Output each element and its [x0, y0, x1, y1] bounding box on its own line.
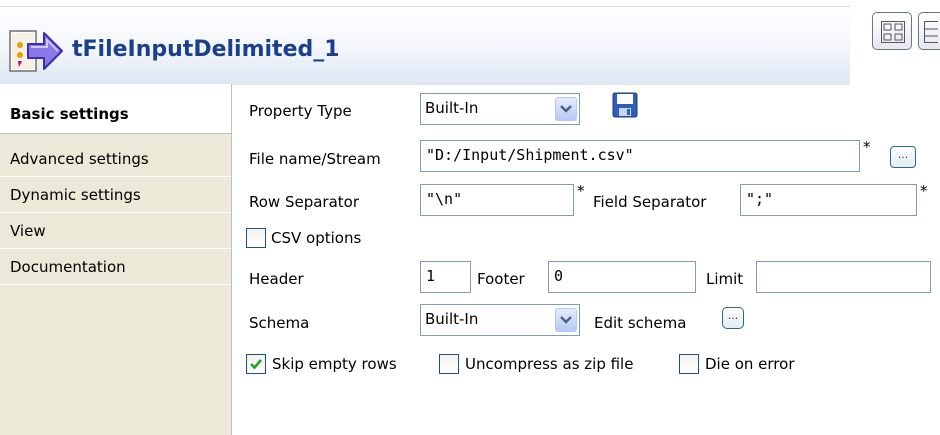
required-marker: *: [577, 182, 585, 200]
footer-input[interactable]: 0: [548, 261, 696, 293]
file-name-label: File name/Stream: [249, 150, 381, 168]
tab-dynamic-settings[interactable]: Dynamic settings: [0, 178, 231, 213]
required-marker: *: [863, 138, 871, 156]
checkmark-icon: [250, 359, 262, 370]
browse-file-button[interactable]: ...: [890, 146, 916, 168]
list-layout-icon: [924, 21, 938, 43]
row-separator-label: Row Separator: [249, 193, 360, 211]
component-header: tFileInputDelimited_1: [0, 6, 850, 85]
schema-value: Built-In: [425, 310, 479, 328]
layout-list-button[interactable]: [918, 12, 940, 50]
die-on-error-checkbox[interactable]: [679, 354, 699, 374]
csv-options-label: CSV options: [271, 229, 362, 247]
component-title: tFileInputDelimited_1: [72, 37, 340, 62]
limit-input[interactable]: [756, 261, 931, 293]
skip-empty-rows-checkbox[interactable]: [246, 354, 266, 374]
property-type-label: Property Type: [249, 102, 352, 120]
property-type-value: Built-In: [425, 99, 479, 117]
chevron-down-icon[interactable]: [555, 97, 577, 121]
die-on-error-label: Die on error: [705, 355, 795, 373]
limit-label: Limit: [706, 270, 744, 288]
header-input[interactable]: 1: [420, 261, 471, 293]
uncompress-zip-checkbox[interactable]: [439, 354, 459, 374]
file-input-delimited-icon: [8, 25, 64, 77]
row-separator-input[interactable]: "\n": [420, 184, 574, 216]
field-separator-label: Field Separator: [593, 193, 707, 211]
property-type-select[interactable]: Built-In: [420, 93, 580, 125]
floppy-disk-icon[interactable]: [612, 92, 638, 118]
header-label: Header: [249, 270, 304, 288]
required-marker: *: [920, 182, 928, 200]
chevron-down-icon[interactable]: [555, 308, 577, 332]
settings-sidebar: Basic settings Advanced settings Dynamic…: [0, 84, 232, 435]
tab-advanced-settings[interactable]: Advanced settings: [0, 142, 231, 177]
tab-documentation[interactable]: Documentation: [0, 250, 231, 285]
field-separator-input[interactable]: ";": [740, 184, 917, 216]
csv-options-checkbox[interactable]: [246, 228, 266, 248]
schema-select[interactable]: Built-In: [420, 304, 580, 336]
tab-view[interactable]: View: [0, 214, 231, 249]
skip-empty-rows-label: Skip empty rows: [272, 355, 397, 373]
uncompress-zip-label: Uncompress as zip file: [465, 355, 634, 373]
edit-schema-button[interactable]: ...: [722, 307, 744, 329]
layout-grid-button[interactable]: [872, 12, 912, 50]
tab-basic-settings[interactable]: Basic settings: [0, 84, 231, 134]
footer-label: Footer: [477, 270, 525, 288]
edit-schema-label: Edit schema: [594, 314, 687, 332]
schema-label: Schema: [249, 314, 310, 332]
file-name-input[interactable]: "D:/Input/Shipment.csv": [420, 140, 860, 172]
grid-layout-icon: [881, 21, 905, 43]
